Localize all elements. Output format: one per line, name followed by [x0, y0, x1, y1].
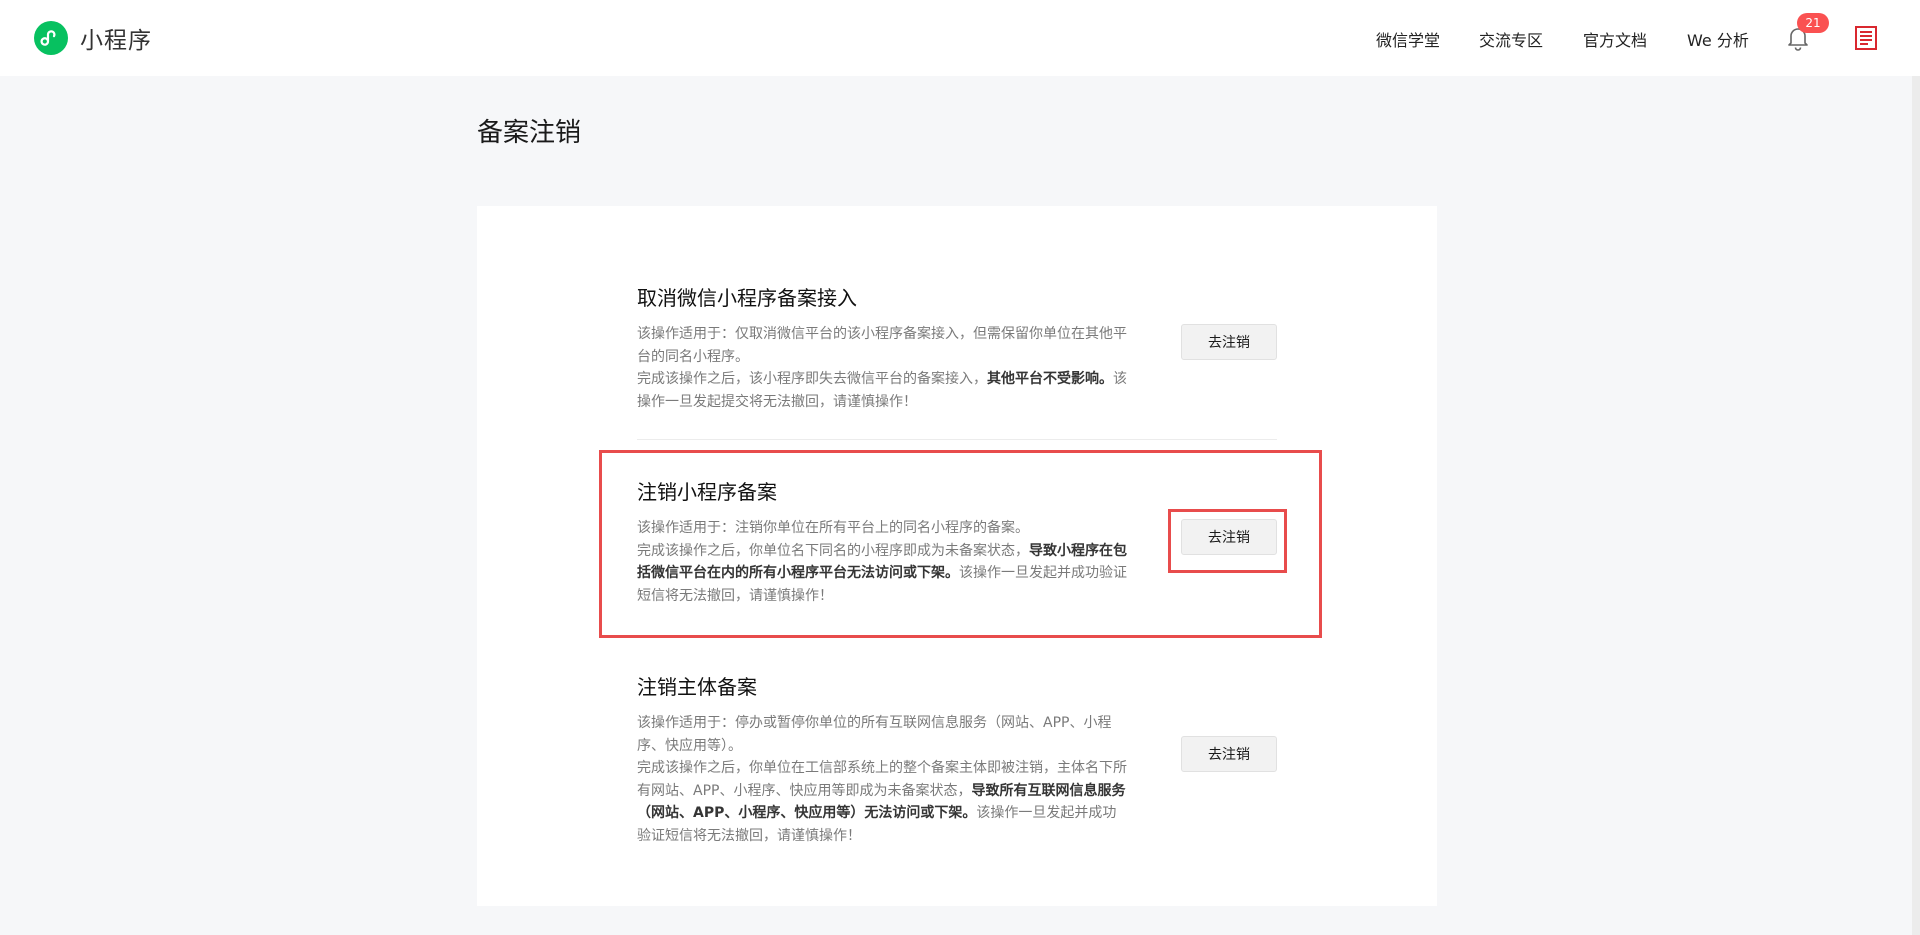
description-line: 完成该操作之后，该小程序即失去微信平台的备案接入，其他平台不受影响。该操作一旦发…: [637, 368, 1127, 413]
section-title: 取消微信小程序备案接入: [637, 286, 857, 310]
description-line: 完成该操作之后，你单位在工信部系统上的整个备案主体即被注销，主体名下所有网站、A…: [637, 757, 1127, 847]
nav-item-community[interactable]: 交流专区: [1479, 27, 1543, 51]
description-emphasis: 其他平台不受影响。: [987, 371, 1113, 387]
description-text: 完成该操作之后，该小程序即失去微信平台的备案接入，: [637, 371, 987, 387]
page-title: 备案注销: [477, 118, 582, 148]
section-title: 注销主体备案: [637, 675, 757, 699]
nav-item-official-docs[interactable]: 官方文档: [1583, 27, 1647, 51]
nav-item-we-analytics[interactable]: We 分析: [1687, 27, 1749, 51]
description-line: 该操作适用于：停办或暂停你单位的所有互联网信息服务（网站、APP、小程序、快应用…: [637, 715, 1112, 754]
highlight-button-box: [1168, 509, 1287, 573]
section-description: 该操作适用于：停办或暂停你单位的所有互联网信息服务（网站、APP、小程序、快应用…: [637, 712, 1127, 847]
cancel-wechat-access-button[interactable]: 去注销: [1181, 324, 1277, 360]
description-line: 该操作适用于：仅取消微信平台的该小程序备案接入，但需保留你单位在其他平台的同名小…: [637, 326, 1127, 365]
page-scrollbar[interactable]: [1912, 76, 1920, 935]
section-divider: [637, 439, 1277, 440]
notification-badge: 21: [1797, 13, 1829, 33]
section-description: 该操作适用于：仅取消微信平台的该小程序备案接入，但需保留你单位在其他平台的同名小…: [637, 323, 1127, 413]
app-logo[interactable]: 小程序: [34, 20, 152, 56]
top-bar: 小程序 微信学堂 交流专区 官方文档 We 分析 21: [0, 0, 1920, 76]
app-name: 小程序: [80, 28, 152, 54]
avatar-icon[interactable]: [1855, 26, 1877, 50]
mini-program-logo-icon: [34, 21, 68, 55]
nav-item-wechat-academy[interactable]: 微信学堂: [1376, 27, 1440, 51]
deregister-entity-button[interactable]: 去注销: [1181, 736, 1277, 772]
